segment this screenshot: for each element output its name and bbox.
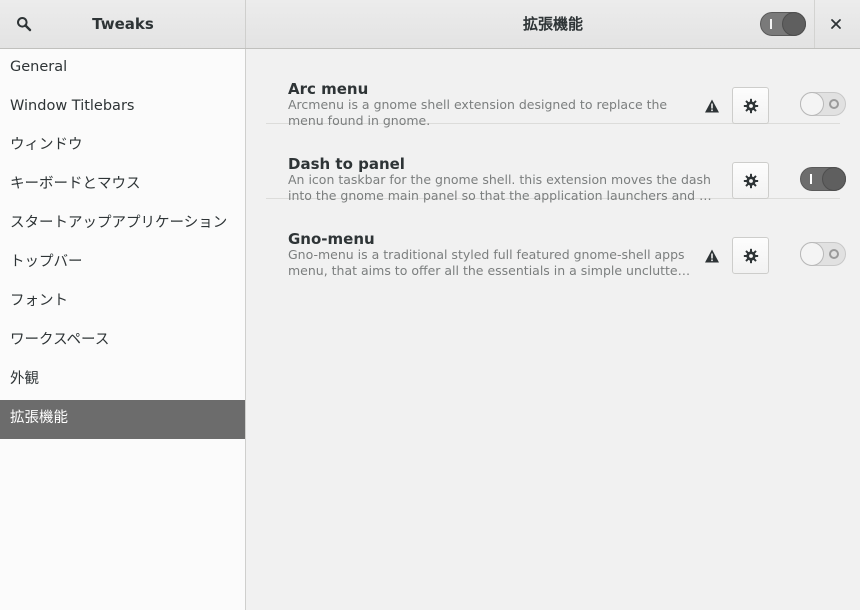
sidebar-item-window-titlebars[interactable]: Window Titlebars bbox=[0, 88, 245, 127]
sidebar-item-windows[interactable]: ウィンドウ bbox=[0, 127, 245, 166]
sidebar-item-fonts[interactable]: フォント bbox=[0, 283, 245, 322]
off-mark bbox=[829, 99, 839, 109]
extension-row: Arc menu Arcmenu is a gnome shell extens… bbox=[266, 49, 846, 128]
description-line: menu, that aims to offer all the essenti… bbox=[288, 263, 691, 278]
header-left-pane: Tweaks bbox=[0, 0, 246, 48]
description-line: Gno-menu is a traditional styled full fe… bbox=[288, 247, 685, 262]
on-mark bbox=[810, 174, 812, 184]
sidebar-item-extensions[interactable]: 拡張機能 bbox=[0, 400, 245, 439]
off-mark bbox=[829, 249, 839, 259]
switch-knob bbox=[782, 12, 806, 36]
sidebar-item-appearance[interactable]: 外観 bbox=[0, 361, 245, 400]
gear-icon bbox=[743, 248, 758, 263]
settings-button[interactable] bbox=[732, 237, 769, 274]
gear-icon bbox=[743, 98, 758, 113]
extension-description: Gno-menu is a traditional styled full fe… bbox=[288, 247, 713, 279]
gear-icon bbox=[743, 173, 758, 188]
sidebar-item-workspaces[interactable]: ワークスペース bbox=[0, 322, 245, 361]
toggle-switch[interactable] bbox=[800, 167, 846, 191]
close-icon bbox=[831, 19, 841, 29]
sidebar-item-startup-applications[interactable]: スタートアップアプリケーション bbox=[0, 205, 245, 244]
toggle-switch[interactable] bbox=[800, 242, 846, 266]
app-title: Tweaks bbox=[92, 15, 154, 33]
switch-knob bbox=[800, 242, 824, 266]
settings-button[interactable] bbox=[732, 87, 769, 124]
header-separator bbox=[814, 0, 815, 48]
extension-name: Arc menu bbox=[288, 80, 369, 98]
sidebar: General Window Titlebars ウィンドウ キーボードとマウス… bbox=[0, 49, 246, 610]
toggle-switch[interactable] bbox=[800, 92, 846, 116]
search-icon bbox=[17, 17, 32, 32]
close-button[interactable] bbox=[822, 10, 850, 38]
settings-button[interactable] bbox=[732, 162, 769, 199]
global-toggle[interactable] bbox=[760, 12, 806, 36]
sidebar-item-general[interactable]: General bbox=[0, 49, 245, 88]
warning-icon bbox=[705, 249, 719, 263]
extension-row: Dash to panel An icon taskbar for the gn… bbox=[266, 124, 846, 203]
switch-knob bbox=[822, 167, 846, 191]
switch-knob bbox=[800, 92, 824, 116]
extension-row: Gno-menu Gno-menu is a traditional style… bbox=[266, 199, 846, 278]
sidebar-item-keyboard-mouse[interactable]: キーボードとマウス bbox=[0, 166, 245, 205]
header-bar: Tweaks 拡張機能 bbox=[0, 0, 860, 49]
extensions-global-switch[interactable] bbox=[760, 12, 806, 36]
warning-icon bbox=[705, 99, 719, 113]
extension-toggle[interactable] bbox=[800, 167, 846, 191]
search-button[interactable] bbox=[8, 8, 40, 40]
on-mark bbox=[770, 19, 772, 29]
description-line: An icon taskbar for the gnome shell. thi… bbox=[288, 172, 711, 187]
description-line: Arcmenu is a gnome shell extension desig… bbox=[288, 97, 668, 112]
extension-toggle[interactable] bbox=[800, 242, 846, 266]
extension-toggle[interactable] bbox=[800, 92, 846, 116]
extensions-list: Arc menu Arcmenu is a gnome shell extens… bbox=[246, 49, 860, 610]
sidebar-item-top-bar[interactable]: トップバー bbox=[0, 244, 245, 283]
extension-name: Dash to panel bbox=[288, 155, 405, 173]
extension-name: Gno-menu bbox=[288, 230, 375, 248]
